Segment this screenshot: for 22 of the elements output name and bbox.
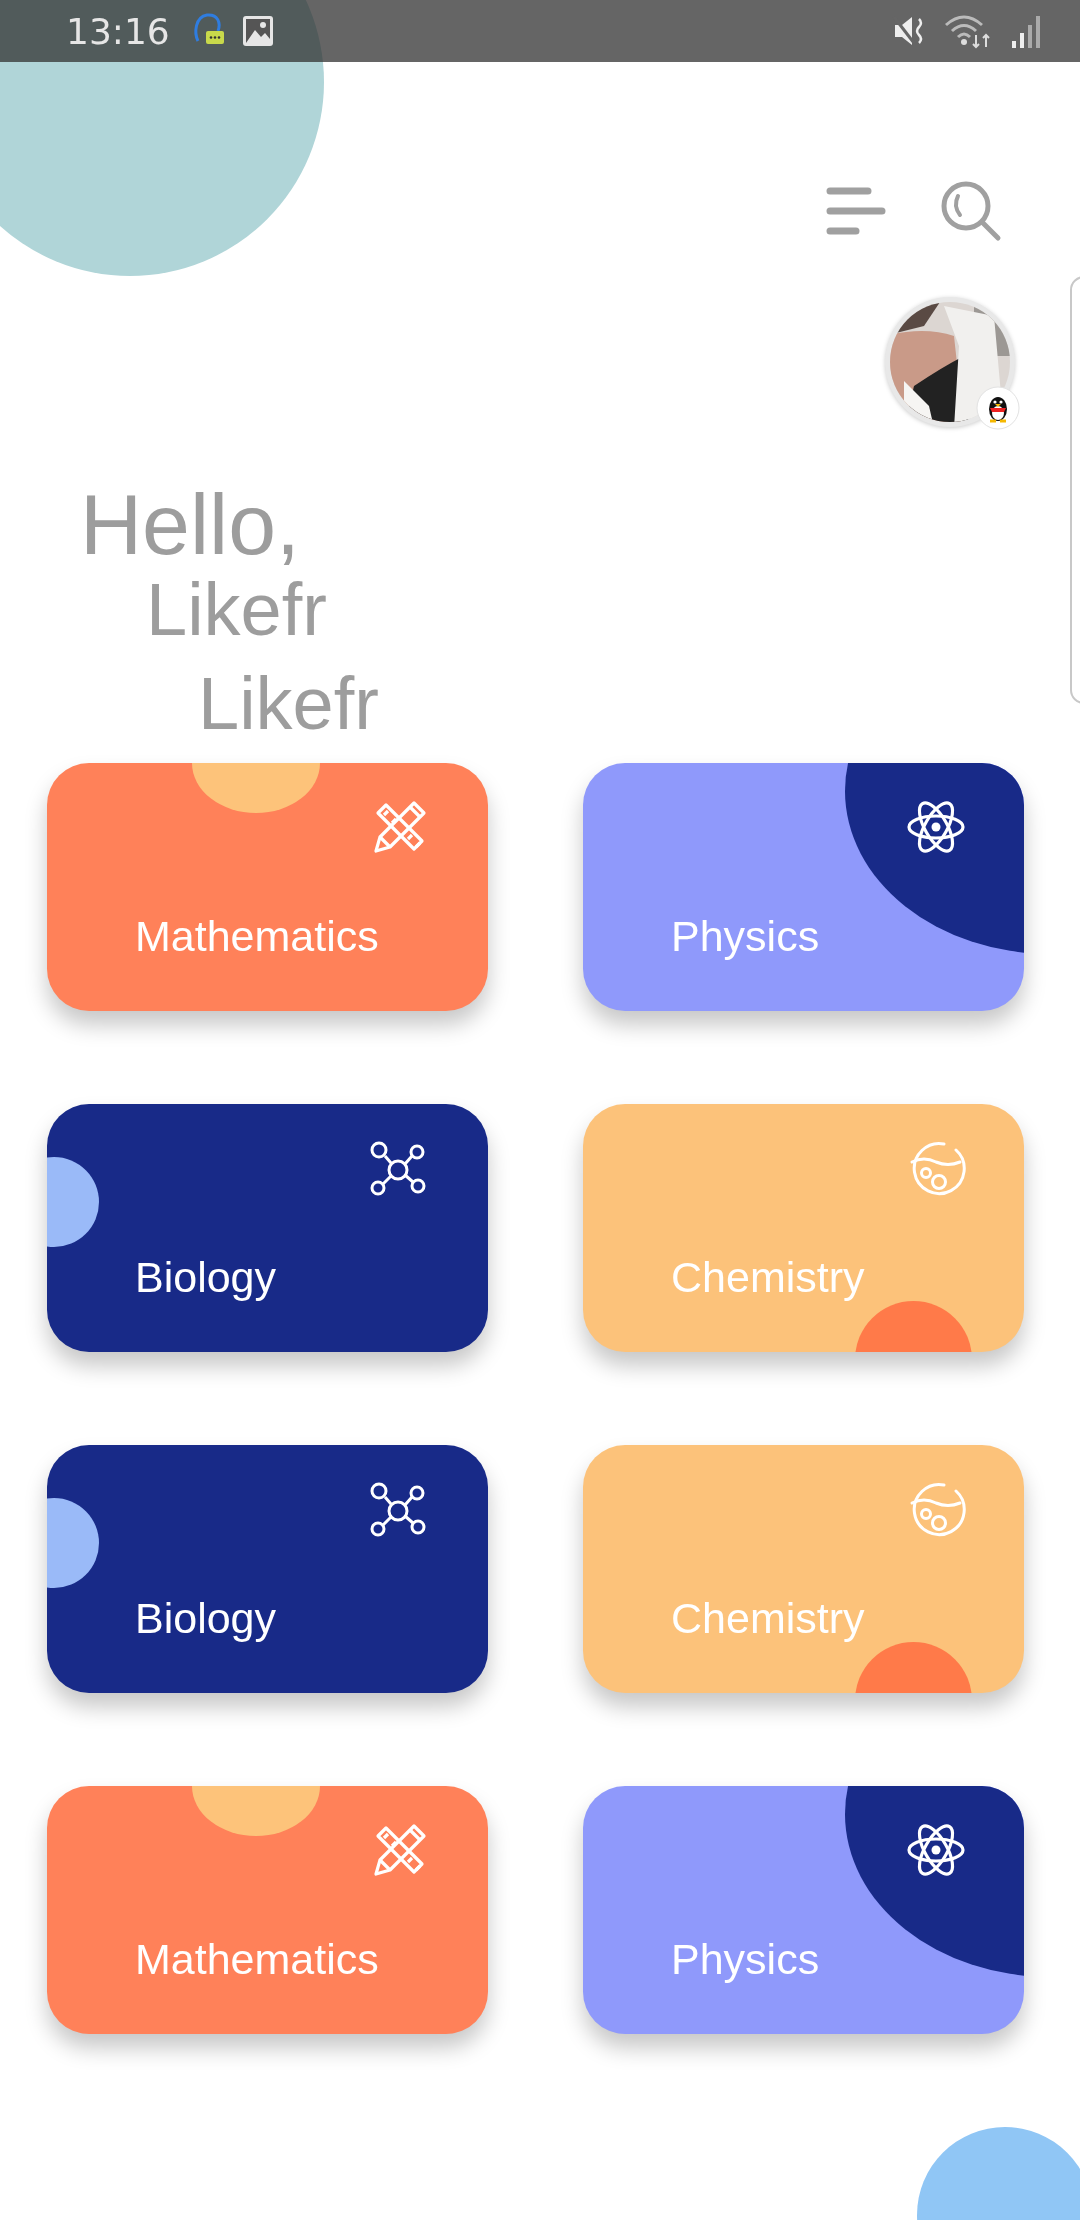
subject-card[interactable]: Physics <box>583 763 1024 1011</box>
status-time: 13:16 <box>66 10 170 52</box>
subject-label: Chemistry <box>671 1253 865 1302</box>
subject-card[interactable]: Chemistry <box>583 1104 1024 1352</box>
subject-label: Mathematics <box>135 912 379 961</box>
subject-card[interactable]: Mathematics <box>47 1786 488 2034</box>
subject-card[interactable]: Chemistry <box>583 1445 1024 1693</box>
subject-card[interactable]: Mathematics <box>47 763 488 1011</box>
subject-card[interactable]: Biology <box>47 1104 488 1352</box>
image-icon <box>241 15 274 47</box>
penguin-icon <box>976 386 1020 430</box>
user-name: Likefr <box>198 661 379 748</box>
subject-label: Physics <box>671 912 820 961</box>
subject-label: Chemistry <box>671 1594 865 1643</box>
subject-label: Biology <box>135 1253 277 1302</box>
subject-label: Physics <box>671 1935 820 1984</box>
search-icon[interactable] <box>940 180 1002 242</box>
subject-label: Mathematics <box>135 1935 379 1984</box>
menu-icon[interactable] <box>826 186 886 236</box>
subject-label: Biology <box>135 1594 277 1643</box>
subject-card[interactable]: Biology <box>47 1445 488 1693</box>
subject-card[interactable]: Physics <box>583 1786 1024 2034</box>
